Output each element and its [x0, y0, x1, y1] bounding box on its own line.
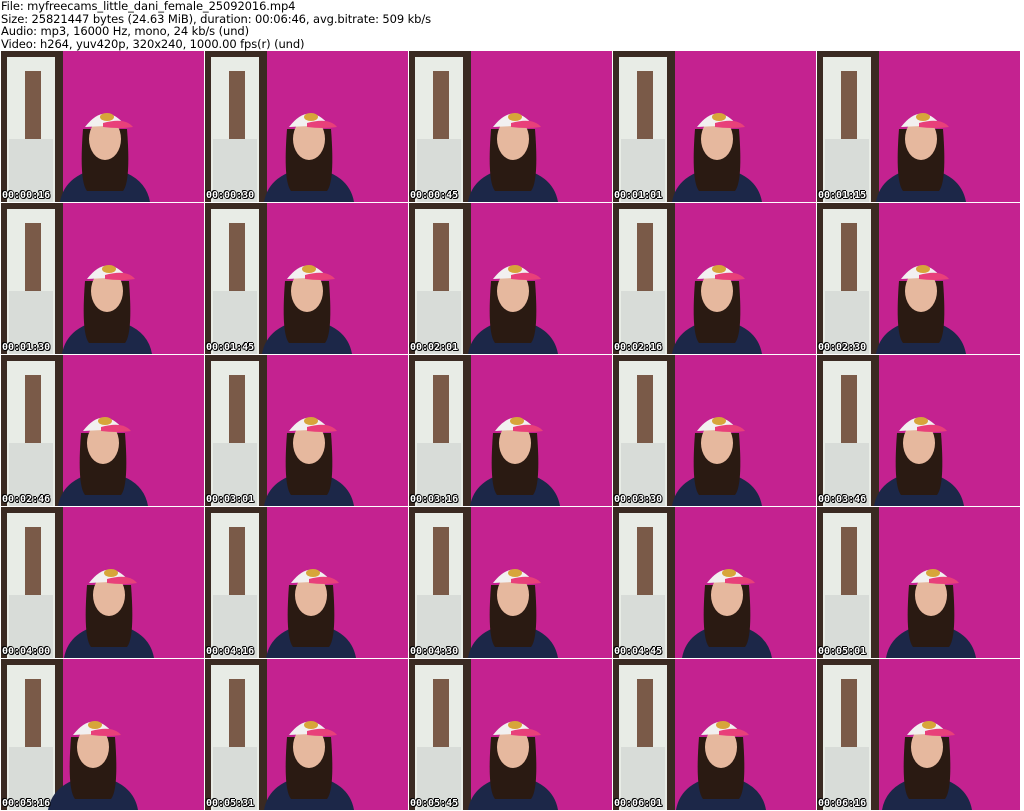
video-thumbnail: 00:04:00	[1, 507, 204, 658]
video-frame	[205, 51, 408, 202]
file-name-line: File: myfreecams_little_dani_female_2509…	[1, 0, 296, 13]
video-frame	[409, 203, 612, 354]
video-thumbnail: 00:02:01	[409, 203, 612, 354]
video-frame	[1, 355, 204, 506]
video-thumbnail: 00:01:01	[613, 51, 816, 202]
video-frame	[409, 659, 612, 810]
video-thumbnail: 00:04:30	[409, 507, 612, 658]
timestamp-label: 00:02:46	[2, 494, 51, 505]
timestamp-label: 00:04:30	[410, 646, 459, 657]
video-frame	[817, 507, 1020, 658]
timestamp-label: 00:06:01	[614, 798, 663, 809]
video-frame	[409, 51, 612, 202]
file-info-header: File: myfreecams_little_dani_female_2509…	[1, 0, 1021, 50]
video-thumbnail: 00:03:01	[205, 355, 408, 506]
video-thumbnail: 00:06:16	[817, 659, 1020, 810]
timestamp-label: 00:02:01	[410, 342, 459, 353]
timestamp-label: 00:06:16	[818, 798, 867, 809]
video-thumbnail: 00:03:30	[613, 355, 816, 506]
video-thumbnail: 00:01:45	[205, 203, 408, 354]
video-frame	[613, 51, 816, 202]
video-frame	[1, 659, 204, 810]
timestamp-label: 00:05:45	[410, 798, 459, 809]
audio-info-line: Audio: mp3, 16000 Hz, mono, 24 kb/s (und…	[1, 24, 249, 39]
video-thumbnail: 00:04:16	[205, 507, 408, 658]
timestamp-label: 00:00:45	[410, 190, 459, 201]
video-frame	[1, 203, 204, 354]
video-frame	[205, 355, 408, 506]
video-frame	[817, 659, 1020, 810]
timestamp-label: 00:03:46	[818, 494, 867, 505]
video-frame	[817, 203, 1020, 354]
video-frame	[409, 355, 612, 506]
timestamp-label: 00:01:15	[818, 190, 867, 201]
timestamp-label: 00:01:01	[614, 190, 663, 201]
timestamp-label: 00:05:01	[818, 646, 867, 657]
video-thumbnail: 00:04:45	[613, 507, 816, 658]
video-thumbnail: 00:05:01	[817, 507, 1020, 658]
video-thumbnail: 00:03:16	[409, 355, 612, 506]
video-thumbnail: 00:01:30	[1, 203, 204, 354]
timestamp-label: 00:05:31	[206, 798, 255, 809]
video-frame	[613, 203, 816, 354]
video-frame	[817, 51, 1020, 202]
video-thumbnail: 00:00:30	[205, 51, 408, 202]
video-frame	[613, 659, 816, 810]
timestamp-label: 00:02:16	[614, 342, 663, 353]
timestamp-label: 00:04:16	[206, 646, 255, 657]
timestamp-label: 00:00:16	[2, 190, 51, 201]
video-thumbnail: 00:00:16	[1, 51, 204, 202]
video-thumbnail: 00:05:31	[205, 659, 408, 810]
timestamp-label: 00:03:30	[614, 494, 663, 505]
timestamp-label: 00:03:16	[410, 494, 459, 505]
video-thumbnail: 00:01:15	[817, 51, 1020, 202]
timestamp-label: 00:01:30	[2, 342, 51, 353]
timestamp-label: 00:04:45	[614, 646, 663, 657]
timestamp-label: 00:04:00	[2, 646, 51, 657]
video-thumbnail: 00:02:46	[1, 355, 204, 506]
video-thumbnail: 00:02:30	[817, 203, 1020, 354]
video-info-line: Video: h264, yuv420p, 320x240, 1000.00 f…	[1, 36, 305, 51]
timestamp-label: 00:05:16	[2, 798, 51, 809]
video-thumbnail: 00:00:45	[409, 51, 612, 202]
video-thumbnail: 00:02:16	[613, 203, 816, 354]
video-thumbnail: 00:05:16	[1, 659, 204, 810]
video-thumbnail: 00:03:46	[817, 355, 1020, 506]
video-frame	[817, 355, 1020, 506]
timestamp-label: 00:03:01	[206, 494, 255, 505]
video-frame	[613, 507, 816, 658]
video-frame	[205, 203, 408, 354]
thumbnail-grid: 00:00:16 00:00:30 00:00:45 00:01:01 00:01:15…	[1, 51, 1020, 810]
video-frame	[205, 507, 408, 658]
timestamp-label: 00:00:30	[206, 190, 255, 201]
video-thumbnail: 00:06:01	[613, 659, 816, 810]
timestamp-label: 00:01:45	[206, 342, 255, 353]
video-frame	[613, 355, 816, 506]
video-frame	[1, 507, 204, 658]
video-frame	[409, 507, 612, 658]
video-frame	[205, 659, 408, 810]
timestamp-label: 00:02:30	[818, 342, 867, 353]
video-frame	[1, 51, 204, 202]
video-thumbnail: 00:05:45	[409, 659, 612, 810]
